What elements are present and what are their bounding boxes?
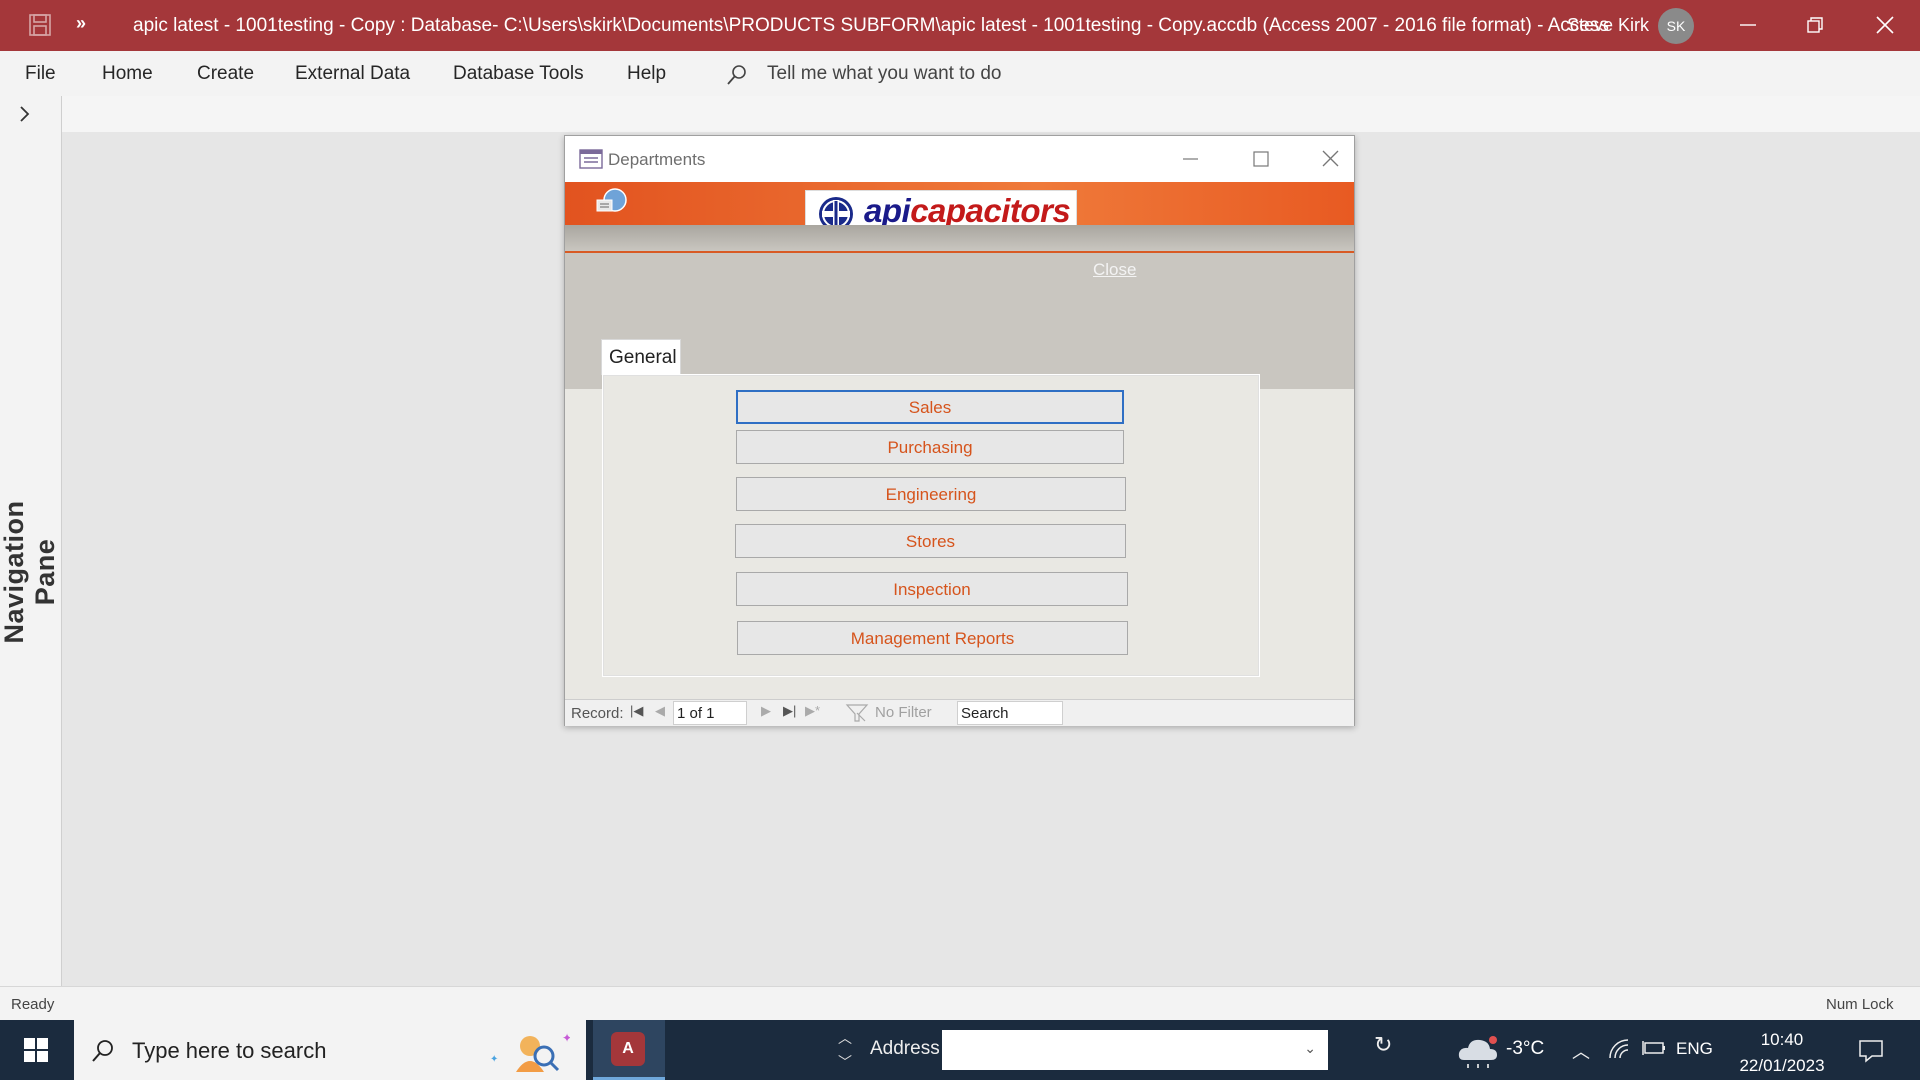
tab-home[interactable]: Home xyxy=(102,63,153,85)
new-record-icon[interactable]: ▶* xyxy=(805,703,820,719)
address-toolbar-label: Address xyxy=(870,1038,940,1059)
tab-create[interactable]: Create xyxy=(197,63,254,85)
close-icon xyxy=(1322,150,1339,167)
windows-taskbar: Type here to search ✦ ✦ A ︿ ﹀ Address ⌄ ↻… xyxy=(0,1020,1920,1080)
next-record-icon[interactable]: ▶ xyxy=(761,703,771,719)
status-num-lock: Num Lock xyxy=(1826,996,1894,1013)
address-input[interactable]: ⌄ xyxy=(942,1030,1328,1070)
tab-file[interactable]: File xyxy=(25,63,56,85)
record-search-box[interactable]: Search xyxy=(957,701,1063,725)
search-highlight-icon: ✦ ✦ xyxy=(490,1031,570,1072)
tab-database-tools[interactable]: Database Tools xyxy=(453,63,584,85)
tab-help[interactable]: Help xyxy=(627,63,666,85)
departments-form-window: Departments apicapacitors Close General … xyxy=(564,135,1355,726)
quick-access-overflow-icon[interactable]: » xyxy=(76,13,86,34)
temperature[interactable]: -3°C xyxy=(1506,1038,1544,1060)
form-close-button[interactable] xyxy=(1310,144,1350,174)
refresh-icon[interactable]: ↻ xyxy=(1374,1032,1392,1058)
engineering-button[interactable]: Engineering xyxy=(736,477,1126,511)
previous-record-icon[interactable]: ◀ xyxy=(655,703,665,719)
close-window-button[interactable] xyxy=(1855,0,1915,51)
minimize-button[interactable] xyxy=(1718,0,1778,51)
header-stripe xyxy=(565,225,1354,253)
window-title: apic latest - 1001testing - Copy : Datab… xyxy=(133,15,1609,36)
restore-button[interactable] xyxy=(1785,0,1845,51)
taskbar-search-placeholder: Type here to search xyxy=(132,1038,327,1063)
filter-icon xyxy=(845,704,869,722)
save-icon[interactable] xyxy=(28,13,52,37)
restore-icon xyxy=(1807,17,1823,33)
close-icon xyxy=(1876,16,1894,34)
globe-icon xyxy=(596,188,627,212)
clock-time: 10:40 xyxy=(1760,1030,1804,1049)
user-name[interactable]: Steve Kirk xyxy=(1567,15,1649,36)
form-title-bar: Departments xyxy=(565,136,1354,182)
system-clock[interactable]: 10:40 22/01/2023 xyxy=(1734,1027,1830,1079)
form-header-section xyxy=(565,225,1354,389)
form-title: Departments xyxy=(608,150,706,169)
status-ready: Ready xyxy=(11,996,55,1013)
last-record-icon[interactable]: ▶| xyxy=(783,703,796,719)
svg-text:✦: ✦ xyxy=(562,1031,570,1045)
taskbar-search-box[interactable]: Type here to search ✦ ✦ xyxy=(74,1020,586,1080)
purchasing-button[interactable]: Purchasing xyxy=(736,430,1124,464)
maximize-icon xyxy=(1253,151,1269,167)
wifi-icon[interactable] xyxy=(1608,1038,1630,1060)
title-bar: » apic latest - 1001testing - Copy : Dat… xyxy=(0,0,1920,51)
notifications-icon[interactable] xyxy=(1858,1038,1884,1064)
sales-button[interactable]: Sales xyxy=(736,390,1124,424)
ribbon-tabs: File Home Create External Data Database … xyxy=(0,51,1920,97)
chevron-down-icon[interactable]: ⌄ xyxy=(1304,1040,1316,1057)
navigation-pane-label[interactable]: Navigation Pane xyxy=(0,472,61,672)
workspace-strip xyxy=(62,96,1920,132)
search-icon xyxy=(727,65,746,85)
chevron-right-icon[interactable] xyxy=(14,104,34,124)
access-app-icon: A xyxy=(611,1032,645,1066)
minimize-icon xyxy=(1183,158,1198,160)
current-record-input[interactable]: 1 of 1 xyxy=(673,701,747,725)
battery-icon[interactable] xyxy=(1641,1038,1667,1058)
show-hidden-icons-icon[interactable]: ︿ xyxy=(1572,1038,1590,1064)
weather-cloud-icon[interactable] xyxy=(1456,1030,1500,1070)
form-icon xyxy=(579,149,603,169)
toolbar-scroll-arrows[interactable]: ︿ ﹀ xyxy=(838,1026,852,1074)
record-position: 1 of 1 xyxy=(677,705,715,722)
form-header-banner: apicapacitors xyxy=(565,182,1354,236)
language-indicator[interactable]: ENG xyxy=(1676,1039,1713,1059)
svg-text:✦: ✦ xyxy=(490,1054,498,1065)
stores-button[interactable]: Stores xyxy=(735,524,1126,558)
logo-text-api: api xyxy=(864,192,911,229)
taskbar-access-app[interactable]: A xyxy=(593,1020,665,1080)
minimize-icon xyxy=(1740,24,1756,26)
tab-external-data[interactable]: External Data xyxy=(295,63,410,85)
logo-text-capacitors: capacitors xyxy=(910,192,1071,229)
management-reports-button[interactable]: Management Reports xyxy=(737,621,1128,655)
record-label: Record: xyxy=(571,705,624,722)
tab-general-label: General xyxy=(609,347,677,368)
tell-me-text: Tell me what you want to do xyxy=(767,63,1002,84)
form-minimize-button[interactable] xyxy=(1170,144,1210,174)
form-maximize-button[interactable] xyxy=(1240,144,1280,174)
navigation-pane: Navigation Pane xyxy=(0,96,62,986)
close-form-link[interactable]: Close xyxy=(1093,260,1136,280)
tab-general[interactable]: General xyxy=(601,339,681,375)
clock-date: 22/01/2023 xyxy=(1739,1056,1825,1075)
windows-start-icon[interactable] xyxy=(24,1038,48,1062)
inspection-button[interactable]: Inspection xyxy=(736,572,1128,606)
record-navigation-bar: Record: |◀ ◀ 1 of 1 ▶ ▶| ▶* No Filter Se… xyxy=(565,699,1354,726)
status-bar: Ready Num Lock xyxy=(0,986,1920,1021)
avatar[interactable]: SK xyxy=(1658,8,1694,44)
record-search-placeholder: Search xyxy=(961,705,1009,722)
first-record-icon[interactable]: |◀ xyxy=(630,703,643,719)
search-icon xyxy=(92,1040,113,1062)
no-filter-button[interactable]: No Filter xyxy=(875,704,932,721)
